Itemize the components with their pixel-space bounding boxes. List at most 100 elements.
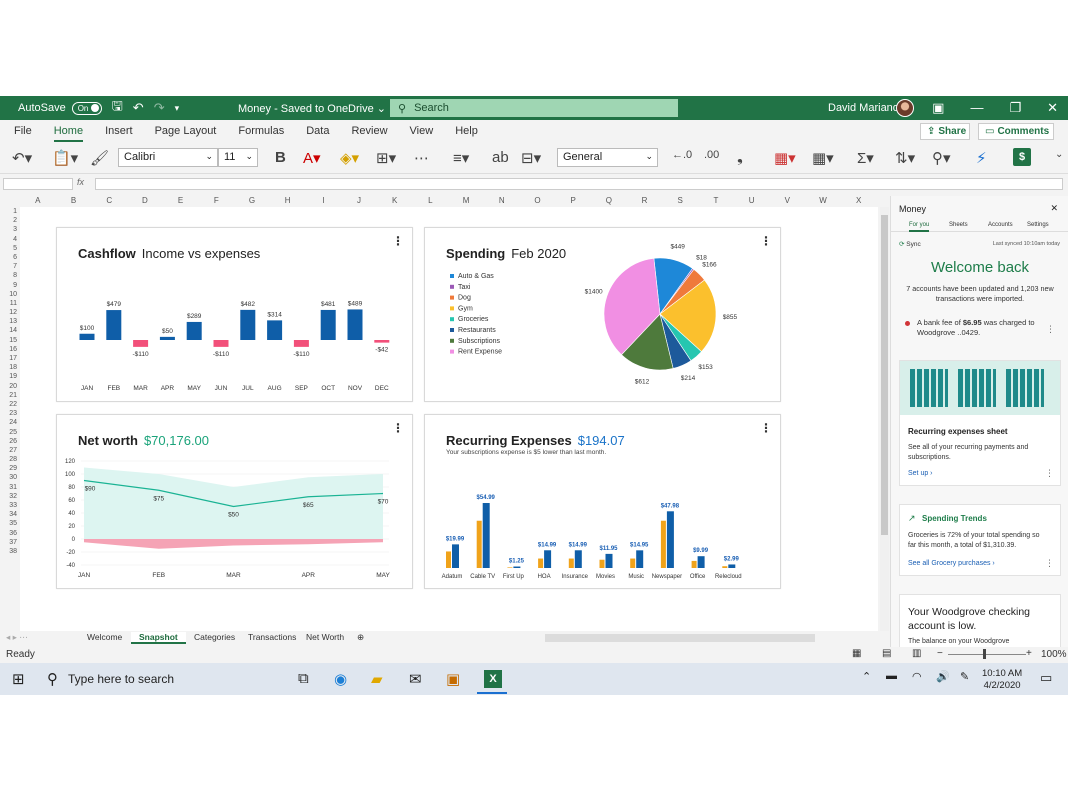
row-header[interactable]: 26 <box>0 437 20 446</box>
clock[interactable]: 10:10 AM 4/2/2020 <box>982 668 1022 692</box>
page-break-view-icon[interactable]: ▥ <box>912 648 921 659</box>
ribbon-display-icon[interactable]: ▣ <box>932 100 944 116</box>
notifications-icon[interactable]: ▭ <box>1040 670 1052 686</box>
vertical-scrollbar[interactable] <box>880 207 889 631</box>
column-header[interactable]: V <box>769 196 805 207</box>
row-header[interactable]: 24 <box>0 418 20 427</box>
ideas-icon[interactable]: ⚡ <box>976 149 987 167</box>
search-icon[interactable]: ⚲ <box>47 670 58 688</box>
scroll-thumb[interactable] <box>881 215 888 535</box>
tab-data[interactable]: Data <box>306 125 329 137</box>
row-header[interactable]: 18 <box>0 363 20 372</box>
autosave-toggle[interactable]: AutoSave On <box>18 101 102 115</box>
column-header[interactable]: T <box>698 196 734 207</box>
row-header[interactable]: 31 <box>0 483 20 492</box>
name-box[interactable] <box>3 178 73 190</box>
bold-icon[interactable]: B <box>275 149 286 166</box>
zoom-level[interactable]: 100% <box>1041 649 1067 660</box>
more-options-icon[interactable]: ⋮ <box>1045 468 1054 479</box>
row-header[interactable]: 12 <box>0 308 20 317</box>
comma-style-icon[interactable]: ❟ <box>737 149 743 166</box>
row-header[interactable]: 13 <box>0 317 20 326</box>
tab-home[interactable]: Home <box>53 125 84 142</box>
merge-icon[interactable]: ⊟▾ <box>521 149 541 167</box>
row-header[interactable]: 9 <box>0 281 20 290</box>
column-header[interactable]: X <box>841 196 877 207</box>
set-up-link[interactable]: Set up › <box>908 470 933 477</box>
sheet-tab-transactions[interactable]: Transactions <box>248 632 296 642</box>
pen-icon[interactable]: ✎ <box>960 670 969 683</box>
row-header[interactable]: 10 <box>0 290 20 299</box>
row-header[interactable]: 14 <box>0 326 20 335</box>
fill-color-icon[interactable]: ◈▾ <box>340 149 359 167</box>
row-header[interactable]: 30 <box>0 473 20 482</box>
pane-tab-settings[interactable]: Settings <box>1027 222 1049 228</box>
pane-tab-for-you[interactable]: For you <box>909 222 930 232</box>
user-name[interactable]: David Mariano <box>828 102 899 114</box>
recurring-sheet-card[interactable]: Recurring expenses sheet See all of your… <box>899 360 1061 486</box>
tab-insert[interactable]: Insert <box>105 125 133 137</box>
row-header[interactable]: 20 <box>0 382 20 391</box>
wifi-icon[interactable]: ◠ <box>912 670 922 683</box>
column-header[interactable]: A <box>20 196 56 207</box>
restore-icon[interactable]: ❐ <box>1009 100 1021 116</box>
conditional-format-icon[interactable]: ▦▾ <box>774 149 796 167</box>
find-icon[interactable]: ⚲▾ <box>932 149 951 167</box>
column-header[interactable]: J <box>341 196 377 207</box>
more-icon[interactable]: ⋯ <box>414 149 429 167</box>
number-format-dropdown[interactable]: General ⌄ <box>557 148 658 167</box>
page-layout-view-icon[interactable]: ▤ <box>882 648 891 659</box>
column-header[interactable]: N <box>484 196 520 207</box>
more-options-icon[interactable]: ⋮ <box>1045 558 1054 569</box>
column-header[interactable]: U <box>734 196 770 207</box>
wrap-text-icon[interactable]: ab <box>492 149 509 166</box>
column-header[interactable]: W <box>805 196 841 207</box>
tab-page-layout[interactable]: Page Layout <box>155 125 217 137</box>
tab-review[interactable]: Review <box>351 125 387 137</box>
table-format-icon[interactable]: ▦▾ <box>812 149 834 167</box>
spending-trends-card[interactable]: ↗ Spending Trends Groceries is 72% of yo… <box>899 504 1061 576</box>
row-header[interactable]: 33 <box>0 501 20 510</box>
normal-view-icon[interactable]: ▦ <box>852 648 861 659</box>
grocery-link[interactable]: See all Grocery purchases › <box>908 560 995 567</box>
row-header[interactable]: 25 <box>0 428 20 437</box>
sort-filter-icon[interactable]: ⇅▾ <box>895 149 915 167</box>
increase-decimal-icon[interactable]: ←.0 <box>672 149 692 161</box>
excel-icon[interactable]: X <box>484 670 502 688</box>
row-header[interactable]: 16 <box>0 345 20 354</box>
battery-icon[interactable]: ▬ <box>886 670 897 682</box>
windows-start-icon[interactable]: ⊞ <box>12 670 25 688</box>
font-color-icon[interactable]: A▾ <box>303 149 321 167</box>
row-header[interactable]: 36 <box>0 529 20 538</box>
column-header[interactable]: R <box>627 196 663 207</box>
zoom-slider[interactable] <box>948 654 1026 655</box>
function-icon[interactable]: fx <box>77 177 84 187</box>
row-header[interactable]: 32 <box>0 492 20 501</box>
paste-icon[interactable]: 📋▾ <box>52 149 78 167</box>
column-header[interactable]: B <box>56 196 92 207</box>
align-icon[interactable]: ≡▾ <box>453 149 469 167</box>
formula-input[interactable] <box>95 178 1063 190</box>
row-header[interactable]: 5 <box>0 244 20 253</box>
column-header[interactable]: F <box>198 196 234 207</box>
column-header[interactable]: G <box>234 196 270 207</box>
edge-icon[interactable]: ◉ <box>334 670 347 688</box>
undo-icon[interactable]: ↶ <box>133 100 144 116</box>
close-icon[interactable]: ✕ <box>1047 100 1058 116</box>
task-view-icon[interactable]: ⧉ <box>298 670 309 687</box>
sheet-tab-snapshot[interactable]: Snapshot <box>131 632 186 644</box>
column-header[interactable]: O <box>520 196 556 207</box>
autosum-icon[interactable]: Σ▾ <box>857 149 874 167</box>
column-header[interactable]: D <box>127 196 163 207</box>
chevron-up-icon[interactable]: ⌃ <box>862 670 871 683</box>
search-box[interactable]: ⚲ Search <box>390 99 678 117</box>
row-header[interactable]: 3 <box>0 225 20 234</box>
pane-tab-sheets[interactable]: Sheets <box>949 222 968 228</box>
row-header[interactable]: 7 <box>0 262 20 271</box>
zoom-in-icon[interactable]: + <box>1026 648 1032 659</box>
customize-qat-icon[interactable]: ▾ <box>175 103 180 114</box>
row-header[interactable]: 6 <box>0 253 20 262</box>
row-header[interactable]: 2 <box>0 216 20 225</box>
column-header[interactable]: L <box>413 196 449 207</box>
column-header[interactable]: P <box>555 196 591 207</box>
